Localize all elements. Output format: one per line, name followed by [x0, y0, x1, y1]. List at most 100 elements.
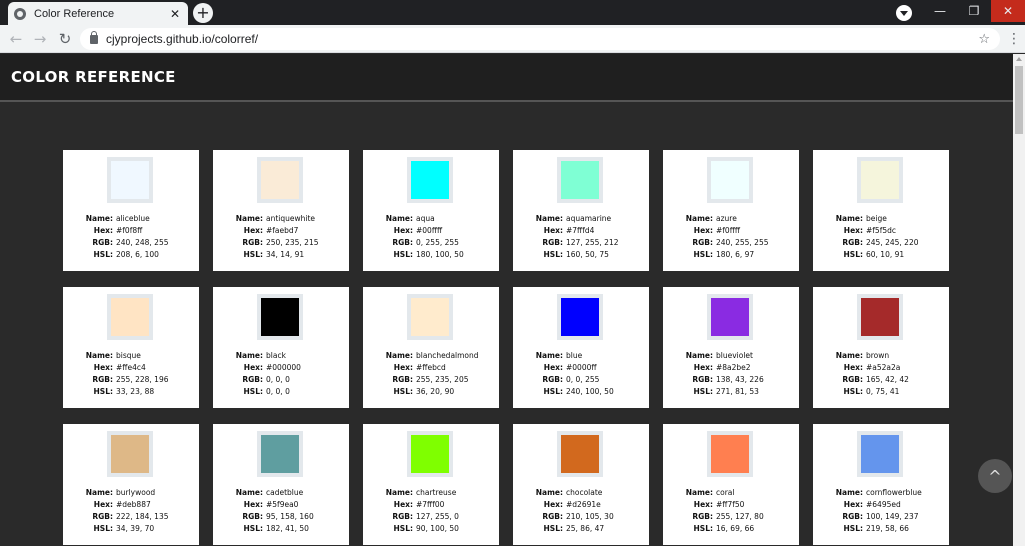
color-info: Name: aqua Hex: #00ffff RGB: 0, 255, 255 HSL: 1…: [363, 213, 499, 261]
color-rgb-label: RGB:: [692, 238, 713, 248]
color-swatch: [107, 431, 153, 477]
color-hex-value: #ff7f50: [716, 500, 745, 510]
color-hsl-label: HSL:: [393, 250, 413, 260]
color-hsl-label: HSL:: [543, 250, 563, 260]
minimize-button[interactable]: —: [923, 0, 957, 22]
color-rgb-row: RGB: 95, 158, 160: [213, 511, 349, 523]
color-rgb-value: 0, 0, 0: [266, 375, 290, 385]
color-card: Name: bisque Hex: #ffe4c4 RGB: 255, 228, 196 H…: [63, 287, 199, 408]
color-name-row: Name: azure: [663, 213, 799, 225]
restore-button[interactable]: ❐: [957, 0, 991, 22]
color-card: Name: aquamarine Hex: #7fffd4 RGB: 127, 255, …: [513, 150, 649, 271]
color-hex-label: Hex:: [543, 363, 563, 373]
color-rgb-row: RGB: 138, 43, 226: [663, 374, 799, 386]
color-info: Name: burlywood Hex: #deb887 RGB: 222, 184, 1…: [63, 487, 199, 535]
color-swatch: [857, 294, 903, 340]
color-hsl-row: HSL: 271, 81, 53: [663, 386, 799, 398]
color-swatch: [707, 294, 753, 340]
back-arrow-icon[interactable]: ←: [6, 29, 26, 49]
color-hsl-value: 34, 39, 70: [116, 524, 155, 534]
color-hex-value: #ffe4c4: [116, 363, 146, 373]
url-text[interactable]: cjyprojects.github.io/colorref/: [106, 32, 978, 46]
color-name-label: Name:: [235, 488, 263, 497]
browser-tab-strip: Color Reference ✕ + — ❐ ✕: [0, 0, 1025, 25]
color-hsl-row: HSL: 180, 6, 97: [663, 249, 799, 261]
color-rgb-row: RGB: 127, 255, 0: [363, 511, 499, 523]
color-card: Name: beige Hex: #f5f5dc RGB: 245, 245, 220 HS…: [813, 150, 949, 271]
color-hex-row: Hex: #8a2be2: [663, 362, 799, 374]
color-name-row: Name: blueviolet: [663, 350, 799, 362]
color-hex-row: Hex: #6495ed: [813, 499, 949, 511]
color-swatch: [857, 157, 903, 203]
color-rgb-label: RGB:: [542, 375, 563, 385]
scroll-to-top-button[interactable]: ^: [978, 459, 1012, 493]
forward-arrow-icon[interactable]: →: [30, 29, 50, 49]
close-tab-icon[interactable]: ✕: [168, 7, 182, 21]
more-menu-icon[interactable]: ⋮: [1006, 29, 1022, 49]
color-info: Name: chartreuse Hex: #7fff00 RGB: 127, 255, …: [363, 487, 499, 535]
color-name-label: Name:: [835, 351, 863, 360]
color-rgb-row: RGB: 255, 127, 80: [663, 511, 799, 523]
color-hsl-value: 180, 100, 50: [416, 250, 464, 260]
color-name-value: blanchedalmond: [416, 351, 479, 360]
color-swatch: [257, 294, 303, 340]
color-swatch: [557, 294, 603, 340]
color-hsl-value: 33, 23, 88: [116, 387, 155, 397]
new-tab-button[interactable]: +: [193, 3, 213, 23]
color-hsl-row: HSL: 36, 20, 90: [363, 386, 499, 398]
color-name-label: Name:: [685, 351, 713, 360]
color-rgb-value: 138, 43, 226: [716, 375, 764, 385]
scroll-up-arrow-icon[interactable]: [1016, 57, 1022, 61]
color-hex-row: Hex: #faebd7: [213, 225, 349, 237]
color-rgb-row: RGB: 240, 255, 255: [663, 237, 799, 249]
site-header: COLOR REFERENCE: [0, 54, 1013, 102]
color-hex-label: Hex:: [543, 226, 563, 236]
color-hex-value: #a52a2a: [866, 363, 901, 373]
color-rgb-row: RGB: 100, 149, 237: [813, 511, 949, 523]
color-name-row: Name: bisque: [63, 350, 199, 362]
scroll-thumb[interactable]: [1015, 66, 1023, 134]
color-rgb-value: 240, 248, 255: [116, 238, 169, 248]
browser-tab[interactable]: Color Reference ✕: [8, 2, 188, 25]
color-info: Name: blue Hex: #0000ff RGB: 0, 0, 255 HSL: 240…: [513, 350, 649, 398]
color-name-label: Name:: [85, 214, 113, 223]
color-rgb-row: RGB: 250, 235, 215: [213, 237, 349, 249]
color-hsl-value: 219, 58, 66: [866, 524, 909, 534]
color-swatch: [857, 431, 903, 477]
color-hex-value: #deb887: [116, 500, 151, 510]
color-rgb-value: 100, 149, 237: [866, 512, 919, 522]
color-card: Name: blueviolet Hex: #8a2be2 RGB: 138, 43, 2…: [663, 287, 799, 408]
color-card: Name: aqua Hex: #00ffff RGB: 0, 255, 255 HSL: 1…: [363, 150, 499, 271]
color-hex-value: #8a2be2: [716, 363, 751, 373]
color-hsl-value: 25, 86, 47: [566, 524, 605, 534]
color-hsl-label: HSL:: [693, 250, 713, 260]
color-hsl-row: HSL: 219, 58, 66: [813, 523, 949, 535]
color-rgb-label: RGB:: [392, 512, 413, 522]
color-rgb-row: RGB: 255, 235, 205: [363, 374, 499, 386]
color-rgb-row: RGB: 0, 0, 255: [513, 374, 649, 386]
color-rgb-label: RGB:: [692, 375, 713, 385]
browser-toolbar: ← → ↻ cjyprojects.github.io/colorref/ ☆ …: [0, 25, 1025, 53]
color-rgb-value: 210, 105, 30: [566, 512, 614, 522]
color-hex-label: Hex:: [393, 363, 413, 373]
bookmark-star-icon[interactable]: ☆: [978, 32, 990, 47]
download-icon[interactable]: [896, 5, 912, 21]
color-swatch: [257, 157, 303, 203]
color-name-label: Name:: [385, 488, 413, 497]
color-info: Name: aliceblue Hex: #f0f8ff RGB: 240, 248, 2…: [63, 213, 199, 261]
color-hsl-label: HSL:: [393, 387, 413, 397]
address-bar[interactable]: cjyprojects.github.io/colorref/ ☆: [80, 28, 1000, 50]
color-hsl-label: HSL:: [843, 250, 863, 260]
reload-icon[interactable]: ↻: [55, 29, 75, 49]
lock-icon: [90, 30, 98, 44]
color-hex-value: #faebd7: [266, 226, 299, 236]
color-card: Name: blanchedalmond Hex: #ffebcd RGB: 255, 2…: [363, 287, 499, 408]
close-window-button[interactable]: ✕: [991, 0, 1025, 22]
color-rgb-label: RGB:: [92, 512, 113, 522]
color-hsl-label: HSL:: [543, 524, 563, 534]
color-hsl-label: HSL:: [843, 387, 863, 397]
color-hex-value: #7fffd4: [566, 226, 595, 236]
color-hex-row: Hex: #ffebcd: [363, 362, 499, 374]
scrollbar[interactable]: [1013, 54, 1025, 546]
color-rgb-value: 0, 0, 255: [566, 375, 600, 385]
